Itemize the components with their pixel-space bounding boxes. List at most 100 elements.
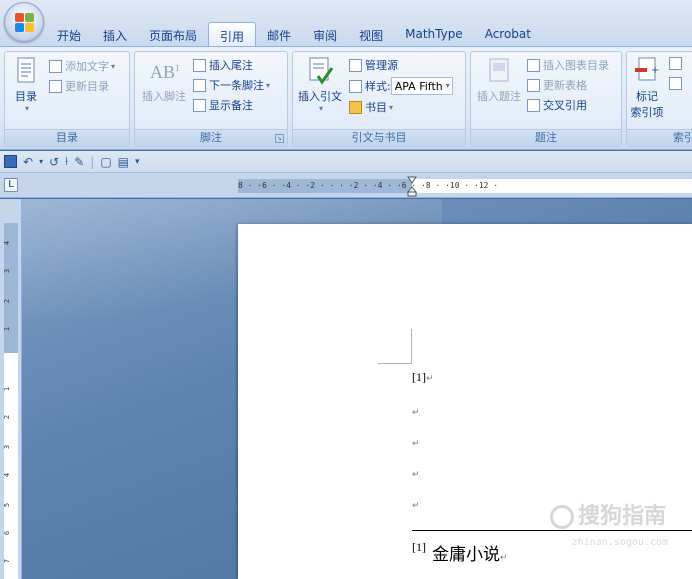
margin-crop-mark [411,329,412,363]
show-notes-icon [193,98,206,112]
tab-references[interactable]: 引用 [208,22,257,46]
paragraph-mark-icon: ↵ [426,373,434,383]
paragraph-mark-icon: ↵ [412,438,420,448]
chevron-down-icon: ▾ [111,61,116,71]
save-icon[interactable] [4,155,17,168]
toc-icon [12,56,40,86]
tab-review[interactable]: 审阅 [302,22,348,46]
footnote[interactable]: [1] 金庸小说↵ [412,540,508,565]
group-footnotes: AB1 插入脚注 插入尾注 下一条脚注 ▾ 显示备注 脚注 ↘ [134,51,288,147]
insert-footnote-label: 插入脚注 [142,90,186,103]
bibliography-button[interactable]: 书目 ▾ [349,99,393,115]
tab-home[interactable]: 开始 [46,22,92,46]
vruler-tick: 3 [3,444,12,450]
ruler-row: L 8 · ·6 · ·4 · ·2 · · · ·2 · ·4 · ·6 · … [0,173,692,198]
vruler-tick: 4 [3,472,12,478]
next-footnote-button[interactable]: 下一条脚注 ▾ [193,77,270,93]
group-label-index: 索引 [627,129,692,146]
update-toc-icon [49,79,62,93]
tab-selector-icon[interactable]: L [4,178,18,192]
insert-citation-button[interactable]: 插入引文 ▾ [295,56,345,113]
footnote-separator [412,530,692,531]
insert-table-of-figures-button[interactable]: 插入图表目录 [527,57,609,73]
vruler-tick: 1 [3,326,12,332]
group-index: + 标记 索引项 索引 [626,51,692,147]
group-toc: 目录 ▾ 添加文字 ▾ 更新目录 目录 [4,51,130,147]
citation-style-select[interactable]: APA Fifth ▾ [390,77,453,95]
group-citations: 插入引文 ▾ 管理源 样式: APA Fifth ▾ 书目 ▾ 引文与书目 [292,51,466,147]
index-small-button-2[interactable] [669,77,685,90]
index-small-button-1[interactable] [669,57,685,70]
tab-insert[interactable]: 插入 [92,22,138,46]
group-label-toc: 目录 [5,129,129,146]
tab-page-layout[interactable]: 页面布局 [138,22,208,46]
mark-entry-label-2: 索引项 [630,106,664,119]
new-document-icon[interactable]: ▢ [100,155,111,169]
office-button[interactable] [4,2,44,42]
show-notes-label: 显示备注 [209,99,253,112]
bibliography-icon [349,100,362,114]
insert-endnote-button[interactable]: 插入尾注 [193,57,253,73]
toc-label: 目录 [15,90,37,103]
chevron-down-icon: ▾ [389,102,394,112]
watermark: 搜狗指南 [549,498,666,530]
insert-caption-button[interactable]: 插入题注 [473,56,525,104]
separator: | [90,154,95,169]
empty-paragraph[interactable]: ↵ [412,497,420,512]
tab-acrobat[interactable]: Acrobat [474,22,542,46]
next-footnote-label: 下一条脚注 [209,79,264,92]
table-icon[interactable]: ▤ [118,155,129,169]
tab-mailings[interactable]: 邮件 [256,22,302,46]
update-table-label: 更新表格 [543,79,587,92]
vruler-tick: 1 [3,386,12,392]
ribbon-tabs: 开始 插入 页面布局 引用 邮件 审阅 视图 MathType Acrobat [46,22,542,46]
citation-style-control: 样式: APA Fifth ▾ [349,77,453,95]
vruler-tick: 2 [3,414,12,420]
endnote-icon [193,58,206,72]
redo-icon[interactable]: ↺ [49,155,59,169]
group-label-footnotes: 脚注 [135,129,287,146]
update-table-button[interactable]: 更新表格 [527,77,587,93]
tab-view[interactable]: 视图 [348,22,394,46]
tab-mathtype[interactable]: MathType [394,22,474,46]
chevron-down-icon: ▾ [24,104,29,113]
undo-icon[interactable]: ↶ [23,155,33,169]
customize-qat-icon[interactable]: ▾ [135,157,140,167]
watermark-url: zhinan.sogou.com [571,537,668,548]
add-text-button[interactable]: 添加文字 ▾ [49,58,115,74]
paragraph-mark-icon: ↵ [500,552,508,562]
bibliography-label: 书目 [365,101,387,114]
document-page[interactable]: [1]↵ ↵ ↵ ↵ ↵ 搜狗指南 zhinan.sogou.com [1] 金庸… [238,224,692,579]
insert-caption-label: 插入题注 [477,90,521,103]
mark-entry-button[interactable]: + 标记 索引项 [629,56,665,120]
style-icon [349,79,362,93]
group-captions: 插入题注 插入图表目录 更新表格 交叉引用 题注 [470,51,622,147]
table-of-figures-icon [527,58,540,72]
indent-marker-icon[interactable] [407,175,417,197]
ribbon-tab-bar: 开始 插入 页面布局 引用 邮件 审阅 视图 MathType Acrobat [0,0,692,46]
toc-button[interactable]: 目录 ▾ [9,56,43,113]
empty-paragraph[interactable]: ↵ [412,435,420,450]
update-toc-button[interactable]: 更新目录 [49,78,109,94]
chevron-down-icon: ▾ [445,81,450,90]
insert-footnote-button[interactable]: AB1 插入脚注 [139,56,189,104]
cross-reference-button[interactable]: 交叉引用 [527,97,587,113]
vruler-tick: 4 [3,240,12,246]
update-toc-label: 更新目录 [65,80,109,93]
mark-entry-label-1: 标记 [636,90,658,103]
cross-reference-label: 交叉引用 [543,99,587,112]
paragraph-reference[interactable]: [1]↵ [412,370,434,385]
empty-paragraph[interactable]: ↵ [412,466,420,481]
vertical-ruler[interactable]: 4 3 2 1 1 2 3 4 5 6 7 [0,199,22,579]
show-notes-button[interactable]: 显示备注 [193,97,253,113]
paragraph-mark-icon: ↵ [412,469,420,479]
chevron-down-icon[interactable]: ▾ [39,157,43,166]
empty-paragraph[interactable]: ↵ [412,404,420,419]
format-painter-icon[interactable]: ⟊ [65,154,68,169]
manage-sources-button[interactable]: 管理源 [349,57,398,73]
watermark-text: 搜狗指南 [577,504,666,529]
edit-icon[interactable]: ✎ [74,155,84,169]
footnote-dialog-launcher-icon[interactable]: ↘ [275,134,284,143]
chevron-down-icon: ▾ [318,104,323,113]
mark-entry-icon: + [633,56,661,86]
